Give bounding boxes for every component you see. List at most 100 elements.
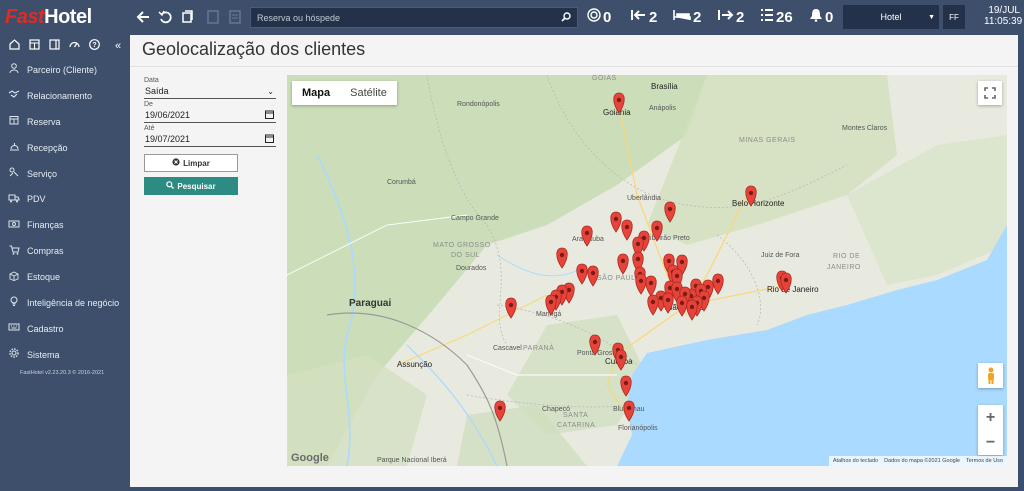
sidebar-item-estoque[interactable]: Estoque	[0, 264, 130, 290]
calendar-icon	[7, 115, 21, 128]
stat-bed[interactable]: 2	[673, 8, 701, 26]
sidebar-item-sistema[interactable]: Sistema	[0, 342, 130, 368]
stat-checkin-value: 2	[649, 8, 658, 26]
search-icon[interactable]	[561, 11, 571, 25]
sidebar-item-label: Serviço	[27, 168, 58, 179]
from-date-input[interactable]: 19/06/2021	[144, 108, 276, 123]
home-icon[interactable]	[6, 39, 22, 53]
stat-notifications-value: 0	[825, 8, 834, 26]
sidebar-item-servico[interactable]: Serviço	[0, 161, 130, 187]
hotel-select[interactable]: Hotel ▼	[843, 5, 939, 29]
calendar-small-icon[interactable]	[26, 39, 42, 53]
sidebar-item-recepcao[interactable]: Recepção	[0, 135, 130, 161]
sidebar-item-pdv[interactable]: PDV	[0, 186, 130, 212]
map-marker[interactable]	[587, 265, 599, 287]
search-input[interactable]: Reserva ou hóspede	[250, 7, 578, 28]
map-marker[interactable]	[505, 297, 517, 319]
user-button[interactable]: FF	[943, 5, 965, 29]
target-icon	[587, 8, 601, 26]
map-marker[interactable]	[615, 349, 627, 371]
help-icon[interactable]: ?	[86, 39, 102, 53]
map-marker[interactable]	[620, 375, 632, 397]
stat-notifications[interactable]: 0	[809, 8, 833, 26]
google-logo: Google	[291, 452, 329, 464]
terms-link[interactable]: Termos de Uso	[966, 458, 1003, 464]
map-marker[interactable]	[651, 220, 663, 242]
map-marker[interactable]	[712, 273, 724, 295]
search-button[interactable]: Pesquisar	[144, 177, 238, 195]
stat-bed-value: 2	[693, 8, 702, 26]
sidebar-item-cadastro[interactable]: Cadastro	[0, 316, 130, 342]
sidebar-item-label: Relacionamento	[27, 90, 93, 101]
search-placeholder: Reserva ou hóspede	[257, 12, 341, 23]
stat-target-value: 0	[603, 8, 612, 26]
box-icon	[7, 271, 21, 284]
clear-icon	[172, 158, 180, 168]
clear-button[interactable]: Limpar	[144, 154, 238, 172]
map-marker[interactable]	[576, 263, 588, 285]
sidebar-item-relacionamento[interactable]: Relacionamento	[0, 83, 130, 109]
map-marker[interactable]	[589, 334, 601, 356]
collapse-sidebar-icon[interactable]: «	[110, 40, 126, 52]
stat-list[interactable]: 26	[760, 8, 793, 26]
map-marker[interactable]	[664, 201, 676, 223]
sidebar-item-label: Reserva	[27, 116, 61, 127]
map-marker[interactable]	[610, 211, 622, 233]
refresh-icon[interactable]	[178, 8, 196, 26]
chevron-down-icon: ⌄	[267, 86, 274, 96]
dashboard-icon[interactable]	[66, 39, 82, 53]
map[interactable]: Mapa Satélite + − GOIÁS Brasília Goiânia…	[287, 75, 1007, 466]
map-marker[interactable]	[613, 92, 625, 114]
map-marker[interactable]	[635, 273, 647, 295]
map-marker[interactable]	[545, 294, 557, 316]
client-markers	[494, 92, 792, 422]
layout-icon[interactable]	[46, 39, 62, 53]
calendar-picker-icon[interactable]	[265, 110, 276, 121]
stat-target[interactable]: 0	[587, 8, 611, 26]
app-logo[interactable]: Fast Hotel	[5, 6, 92, 28]
date-type-value: Saída	[145, 86, 169, 96]
bulb-icon	[7, 296, 21, 309]
to-date-input[interactable]: 19/07/2021	[144, 132, 276, 147]
map-marker[interactable]	[617, 253, 629, 275]
map-marker[interactable]	[581, 225, 593, 247]
sidebar-item-parceiro[interactable]: Parceiro (Cliente)	[0, 57, 130, 83]
map-marker[interactable]	[645, 275, 657, 297]
sidebar-item-inteligencia[interactable]: Inteligência de negócio	[0, 290, 130, 316]
logo-hotel: Hotel	[44, 5, 92, 28]
sidebar-item-label: Compras	[27, 246, 64, 257]
sidebar-item-reserva[interactable]: Reserva	[0, 109, 130, 135]
handshake-icon	[7, 89, 21, 102]
clock-date: 19/JUL	[988, 5, 1020, 16]
map-marker[interactable]	[686, 299, 698, 321]
map-marker[interactable]	[745, 185, 757, 207]
sidebar-item-compras[interactable]: Compras	[0, 238, 130, 264]
sidebar-item-label: Parceiro (Cliente)	[27, 64, 98, 75]
sidebar-item-financas[interactable]: Finanças	[0, 212, 130, 238]
to-date-value: 19/07/2021	[145, 134, 191, 144]
calendar-picker-icon[interactable]	[265, 134, 276, 145]
clock-time: 11:05:39	[984, 16, 1023, 27]
date-type-select[interactable]: Saída ⌄	[144, 84, 276, 99]
undo-icon[interactable]	[156, 8, 174, 26]
sidebar-item-label: Recepção	[27, 142, 68, 153]
date-type-label: Data	[144, 77, 159, 84]
map-marker[interactable]	[494, 400, 506, 422]
stat-checkin[interactable]: 2	[631, 8, 657, 26]
stat-checkout[interactable]: 2	[718, 8, 744, 26]
hotel-select-value: Hotel	[880, 12, 902, 22]
back-arrow-icon[interactable]	[134, 8, 152, 26]
map-marker[interactable]	[621, 219, 633, 241]
sidebar-item-label: Cadastro	[27, 323, 64, 334]
map-marker[interactable]	[623, 400, 635, 422]
map-marker[interactable]	[556, 247, 568, 269]
map-marker[interactable]	[676, 295, 688, 317]
sidebar-item-label: PDV	[27, 194, 46, 205]
map-marker[interactable]	[647, 294, 659, 316]
main-content: Geolocalização dos clientes Data Saída ⌄…	[130, 35, 1018, 487]
title-divider	[130, 66, 1018, 67]
keyboard-shortcuts-link[interactable]: Atalhos do teclado	[833, 458, 878, 464]
chevron-down-icon: ▼	[928, 13, 935, 21]
gear-icon	[7, 348, 21, 361]
map-marker[interactable]	[662, 292, 674, 314]
